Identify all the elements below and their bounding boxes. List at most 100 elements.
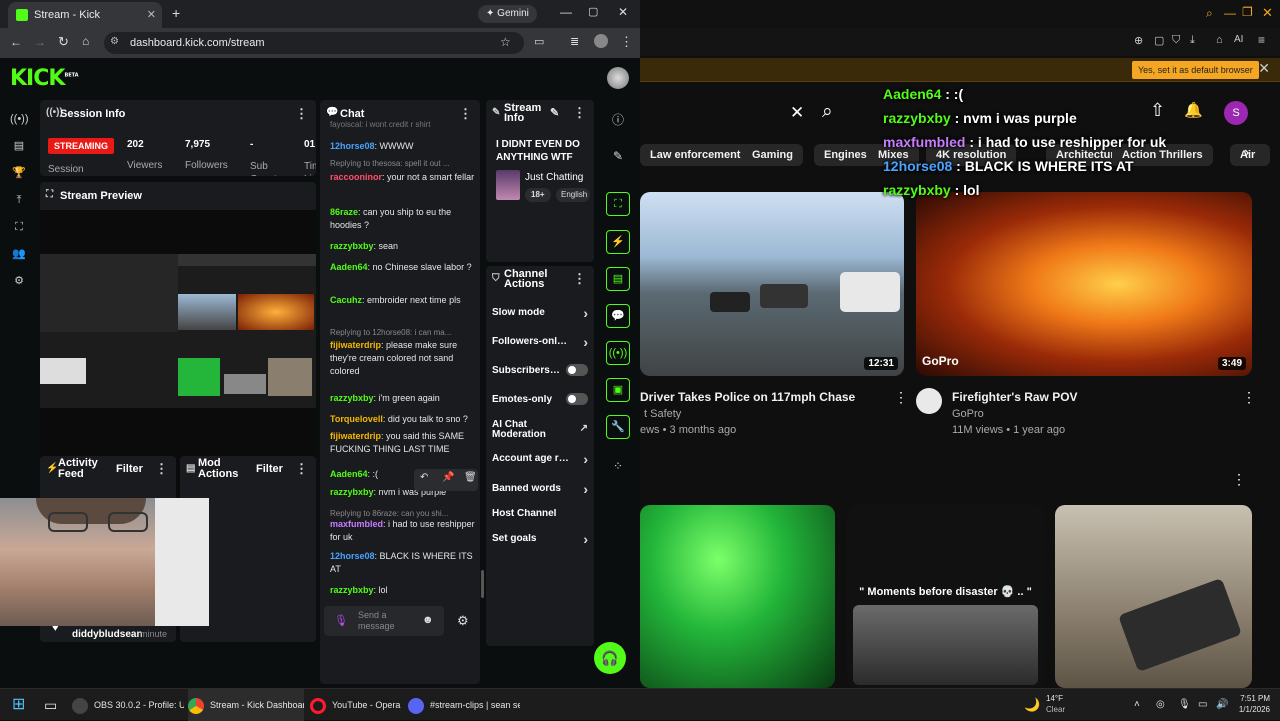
action-set-goals[interactable]: Set goals ›: [492, 531, 588, 547]
search-icon[interactable]: ⌕: [1206, 6, 1213, 21]
chat-username[interactable]: 86raze: [330, 207, 358, 217]
users-icon[interactable]: 👥: [10, 245, 28, 263]
session-tab[interactable]: Session: [48, 164, 84, 175]
edit-icon[interactable]: ✎: [606, 144, 630, 168]
chat-username[interactable]: raccooninor: [330, 172, 382, 182]
video-thumbnail-2[interactable]: GoPro 3:49: [916, 192, 1252, 376]
chat-message[interactable]: 86raze: can you ship to eu the hoodies ?: [330, 206, 480, 232]
chat-message[interactable]: Cacuhz: embroider next time pls: [330, 294, 480, 307]
action-subscribers-only[interactable]: Subscribers-only: [492, 364, 588, 379]
chat-username[interactable]: razzybxby: [330, 585, 374, 595]
short-thumbnail-2[interactable]: " Moments before disaster 💀 .. ": [847, 505, 1044, 688]
more-icon[interactable]: ⋮: [295, 461, 308, 477]
add-widget-icon[interactable]: ⁘: [606, 454, 630, 478]
stream-icon[interactable]: ((•)): [10, 110, 29, 128]
file-explorer-icon[interactable]: ▭: [44, 689, 57, 721]
action-ai-chat-moderation[interactable]: AI Chat Moderation ↗: [492, 420, 588, 443]
session-toggle-icon[interactable]: ((•)): [606, 341, 630, 365]
more-icon[interactable]: ⋮: [295, 106, 308, 122]
stream-info-toggle-icon[interactable]: ▣: [606, 378, 630, 402]
chat-settings-icon[interactable]: ⚙: [457, 613, 469, 629]
chat-scrollbar[interactable]: [481, 570, 484, 598]
taskbar-discord[interactable]: #stream-clips | sean sea: [408, 689, 520, 721]
chat-message[interactable]: Torquelovell: did you talk to sno ?: [330, 413, 480, 426]
chat-message[interactable]: razzybxby: i'm green again: [330, 392, 480, 405]
chevron-right-icon[interactable]: ›: [1244, 144, 1249, 162]
download-icon[interactable]: ⤓: [1190, 34, 1195, 47]
snapshot-icon[interactable]: ▢: [1154, 34, 1164, 47]
action-followers-only-chat[interactable]: Followers-only chat ›: [492, 334, 588, 350]
kick-logo[interactable]: KICKBETA: [10, 66, 79, 91]
chat-username[interactable]: Aaden64: [330, 262, 368, 272]
toggle-switch[interactable]: [566, 393, 588, 405]
media-icon[interactable]: ≣: [570, 35, 579, 48]
chat-username[interactable]: razzybxby: [330, 393, 374, 403]
maximize-icon[interactable]: ▢: [588, 5, 598, 18]
upload-icon[interactable]: ⤒: [10, 191, 28, 209]
close-notice-icon[interactable]: ✕: [1258, 60, 1270, 77]
close-tab-icon[interactable]: ✕: [147, 2, 156, 28]
more-icon[interactable]: ⋮: [1242, 389, 1256, 406]
emoji-icon[interactable]: ☻: [422, 614, 434, 626]
trophy-icon[interactable]: 🏆: [10, 164, 28, 182]
more-icon[interactable]: ⋮: [894, 389, 908, 406]
delete-icon[interactable]: 🗑: [464, 472, 477, 483]
close-icon[interactable]: ✕: [1262, 5, 1273, 21]
zoom-icon[interactable]: ⊕: [1134, 34, 1143, 47]
pin-icon[interactable]: 📌: [442, 472, 454, 483]
support-button[interactable]: 🎧: [594, 642, 626, 674]
minimize-icon[interactable]: —: [1224, 6, 1236, 20]
chat-username[interactable]: razzybxby: [330, 241, 374, 251]
chat-username[interactable]: fijiwaterdrip: [330, 431, 381, 441]
clock[interactable]: 7:51 PM 1/1/2026: [1236, 693, 1270, 715]
more-icon[interactable]: ⋮: [1232, 471, 1246, 488]
user-avatar[interactable]: [607, 67, 629, 89]
chat-username[interactable]: Torquelovell: [330, 414, 383, 424]
cast-icon[interactable]: ▭: [534, 35, 544, 48]
channel-avatar[interactable]: [916, 388, 942, 414]
chip-air[interactable]: Air: [1230, 144, 1270, 166]
chat-message[interactable]: razzybxby: lol: [330, 584, 480, 597]
chat-message[interactable]: Aaden64: no Chinese slave labor ?: [330, 261, 480, 274]
action-banned-words[interactable]: Banned words ›: [492, 481, 588, 497]
preview-toggle-icon[interactable]: ⛶: [606, 192, 630, 216]
shield-icon[interactable]: ⛉: [1172, 34, 1180, 47]
url-field[interactable]: dashboard.kick.com/stream: [104, 32, 524, 54]
steam-icon[interactable]: ◎: [1156, 689, 1165, 721]
taskbar-obs[interactable]: OBS 30.0.2 - Profile: Unt: [72, 689, 184, 721]
site-info-icon[interactable]: ⚙: [110, 36, 119, 47]
maximize-icon[interactable]: ❐: [1242, 5, 1253, 19]
minimize-icon[interactable]: —: [560, 5, 572, 19]
bell-icon[interactable]: 🔔: [1184, 101, 1203, 119]
ai-icon[interactable]: AI: [1234, 34, 1243, 45]
avatar[interactable]: S: [1224, 101, 1248, 125]
chat-message[interactable]: fijiwaterdrip: you said this SAME FUCKIN…: [330, 430, 480, 456]
video-thumbnail-1[interactable]: 12:31: [640, 192, 904, 376]
edit-icon[interactable]: ✎: [550, 106, 559, 119]
chat-username[interactable]: Cacuhz: [330, 295, 362, 305]
chat-message[interactable]: raccooninor: your not a smart fellar: [330, 171, 480, 184]
chat-message[interactable]: 12horse08: BLACK IS WHERE ITS AT: [330, 550, 480, 576]
chat-username[interactable]: maxfumbled: [330, 519, 383, 529]
clear-search-icon[interactable]: ✕: [790, 103, 804, 123]
chat-username[interactable]: Aaden64: [330, 469, 368, 479]
start-icon[interactable]: ⊞: [12, 689, 25, 721]
weather-widget[interactable]: 14°F Clear: [1046, 693, 1065, 715]
gemini-button[interactable]: ✦ Gemini: [478, 5, 537, 23]
short-thumbnail-1[interactable]: [640, 505, 835, 688]
short-thumbnail-3[interactable]: [1055, 505, 1252, 688]
tray-overflow-icon[interactable]: ˄: [1134, 689, 1140, 721]
moderation-icon[interactable]: ⛶: [10, 218, 28, 236]
chat-message[interactable]: 12horse08: WWWW: [330, 140, 480, 153]
action-emotes-only[interactable]: Emotes-only: [492, 393, 588, 408]
action-account-age-restriction[interactable]: Account age restriction ›: [492, 451, 588, 467]
channel-name[interactable]: t Safety: [644, 408, 681, 420]
filter-button[interactable]: Filter: [256, 463, 283, 475]
chat-username[interactable]: 12horse08: [330, 551, 375, 561]
set-default-button[interactable]: Yes, set it as default browser: [1132, 61, 1259, 79]
menu-icon[interactable]: ⋮: [620, 34, 633, 50]
settings-icon[interactable]: ⚙: [10, 272, 28, 290]
filter-button[interactable]: Filter: [116, 463, 143, 475]
chat-message[interactable]: maxfumbled: i had to use reshipper for u…: [330, 518, 480, 544]
analytics-icon[interactable]: ▤: [10, 137, 28, 155]
